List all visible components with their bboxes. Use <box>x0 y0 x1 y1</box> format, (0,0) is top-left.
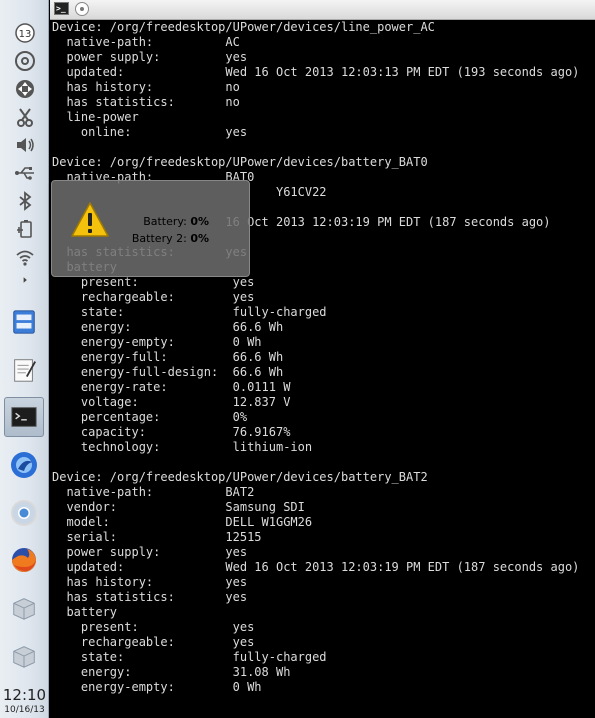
battery-warning-notification[interactable]: Battery: 0% Battery 2: 0% <box>51 180 250 277</box>
terminal-line: vendor: Samsung SDI <box>52 500 305 514</box>
terminal-line: model: DELL W1GGM26 <box>52 515 313 529</box>
calendar-badge: 13 <box>18 29 31 40</box>
terminal-output[interactable]: Device: /org/freedesktop/UPower/devices/… <box>50 20 595 718</box>
package-icon[interactable] <box>4 636 44 676</box>
battery-1-value: 0% <box>190 215 209 228</box>
terminal-line: serial: 12515 <box>52 530 262 544</box>
warning-icon <box>71 202 109 237</box>
terminal-line: technology: lithium-ion <box>52 440 313 454</box>
terminal-line: energy-empty: 0 Wh <box>52 335 262 349</box>
terminal-lines: Device: /org/freedesktop/UPower/devices/… <box>50 20 595 695</box>
file-manager-icon[interactable] <box>4 302 44 342</box>
chrome-icon[interactable] <box>4 493 44 533</box>
terminal-line: native-path: BAT2 <box>52 485 255 499</box>
terminal-line: Device: /org/freedesktop/UPower/devices/… <box>52 155 428 169</box>
terminal-icon[interactable] <box>4 397 44 437</box>
optical-disc-icon[interactable] <box>0 48 49 74</box>
terminal-line: voltage: 12.837 V <box>52 395 291 409</box>
battery-power-icon[interactable] <box>0 216 49 242</box>
terminal-line: has history: yes <box>52 575 248 589</box>
terminal-line: rechargeable: yes <box>52 290 255 304</box>
scissors-icon[interactable] <box>0 104 49 130</box>
terminal-line: power supply: yes <box>52 545 248 559</box>
battery-2-label: Battery 2: <box>131 232 187 245</box>
terminal-line: updated: Wed 16 Oct 2013 12:03:19 PM EDT… <box>52 560 580 574</box>
terminal-line: state: fully-charged <box>52 305 327 319</box>
terminal-line: has statistics: yes <box>52 590 248 604</box>
terminal-line: energy-full: 66.6 Wh <box>52 350 284 364</box>
firefox-icon[interactable] <box>4 540 44 580</box>
terminal-line: energy: 31.08 Wh <box>52 665 291 679</box>
terminal-line: online: yes <box>52 125 248 139</box>
terminal-line: battery <box>52 605 118 619</box>
thunderbird-icon[interactable] <box>4 445 44 485</box>
terminal-line: present: yes <box>52 275 255 289</box>
terminal-line: capacity: 76.9167% <box>52 425 291 439</box>
battery-1-status: Battery: 0% <box>143 215 209 228</box>
terminal-tab-icon[interactable]: >_ <box>54 2 69 15</box>
terminal-line: Device: /org/freedesktop/UPower/devices/… <box>52 20 435 34</box>
clipboard-calendar-icon[interactable]: 13 <box>0 20 49 46</box>
battery-2-status: Battery 2: 0% <box>132 232 209 245</box>
terminal-line: line-power <box>52 110 139 124</box>
terminal-line: present: yes <box>52 620 255 634</box>
terminal-line: energy-empty: 0 Wh <box>52 680 262 694</box>
terminal-line: native-path: AC <box>52 35 240 49</box>
terminal-line: power supply: yes <box>52 50 248 64</box>
speaker-volume-icon[interactable] <box>0 132 49 158</box>
terminal-line: rechargeable: yes <box>52 635 255 649</box>
terminal-line: energy: 66.6 Wh <box>52 320 284 334</box>
battery-2-value: 0% <box>190 232 209 245</box>
package-icon[interactable] <box>4 588 44 628</box>
terminal-tab-bar: >_ <box>50 0 595 20</box>
terminal-line: has statistics: no <box>52 95 240 109</box>
terminal-line: Device: /org/freedesktop/UPower/devices/… <box>52 470 428 484</box>
terminal-line: has history: no <box>52 80 240 94</box>
move-arrows-icon[interactable] <box>0 76 49 102</box>
terminal-line: energy-full-design: 66.6 Wh <box>52 365 284 379</box>
terminal-line: updated: Wed 16 Oct 2013 12:03:13 PM EDT… <box>52 65 580 79</box>
terminal-line: state: fully-charged <box>52 650 327 664</box>
usb-icon[interactable] <box>0 160 49 186</box>
terminal-line: energy-rate: 0.0111 W <box>52 380 291 394</box>
text-editor-icon[interactable] <box>4 350 44 390</box>
clock-time[interactable]: 12:10 <box>0 686 49 704</box>
clock-date[interactable]: 10/16/13 <box>0 705 49 715</box>
battery-1-label: Battery: <box>143 215 187 228</box>
wifi-icon[interactable] <box>0 244 49 270</box>
taskbar: 13 12:10 10/16/13 <box>0 0 49 718</box>
terminal-line: percentage: 0% <box>52 410 248 424</box>
menu-circle-icon[interactable] <box>75 2 89 16</box>
tray-expand-arrow-icon[interactable] <box>0 270 49 290</box>
bluetooth-icon[interactable] <box>0 188 49 214</box>
